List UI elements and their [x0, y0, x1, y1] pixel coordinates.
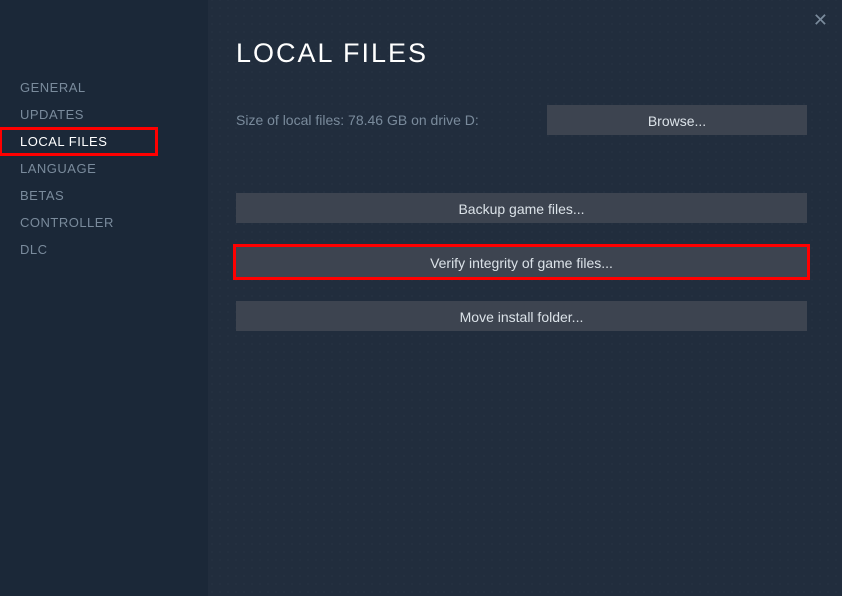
- sidebar-item-label: UPDATES: [20, 107, 84, 122]
- sidebar-item-controller[interactable]: CONTROLLER: [0, 209, 208, 236]
- sidebar-item-local-files[interactable]: LOCAL FILES: [0, 128, 157, 155]
- close-icon[interactable]: ✕: [813, 10, 828, 31]
- sidebar-item-updates[interactable]: UPDATES: [0, 101, 208, 128]
- sidebar: GENERAL UPDATES LOCAL FILES LANGUAGE BET…: [0, 0, 208, 596]
- browse-button[interactable]: Browse...: [547, 105, 807, 135]
- sidebar-item-label: CONTROLLER: [20, 215, 114, 230]
- verify-button[interactable]: Verify integrity of game files...: [236, 247, 807, 277]
- main-panel: ✕ LOCAL FILES Size of local files: 78.46…: [208, 0, 842, 596]
- sidebar-item-label: LOCAL FILES: [20, 134, 107, 149]
- sidebar-item-language[interactable]: LANGUAGE: [0, 155, 208, 182]
- sidebar-item-label: DLC: [20, 242, 48, 257]
- size-row: Size of local files: 78.46 GB on drive D…: [236, 105, 807, 135]
- sidebar-item-label: GENERAL: [20, 80, 86, 95]
- page-title: LOCAL FILES: [236, 38, 807, 69]
- backup-button[interactable]: Backup game files...: [236, 193, 807, 223]
- sidebar-item-label: BETAS: [20, 188, 64, 203]
- sidebar-item-dlc[interactable]: DLC: [0, 236, 208, 263]
- move-button[interactable]: Move install folder...: [236, 301, 807, 331]
- sidebar-item-label: LANGUAGE: [20, 161, 96, 176]
- size-text: Size of local files: 78.46 GB on drive D…: [236, 112, 479, 128]
- sidebar-item-betas[interactable]: BETAS: [0, 182, 208, 209]
- sidebar-item-general[interactable]: GENERAL: [0, 74, 208, 101]
